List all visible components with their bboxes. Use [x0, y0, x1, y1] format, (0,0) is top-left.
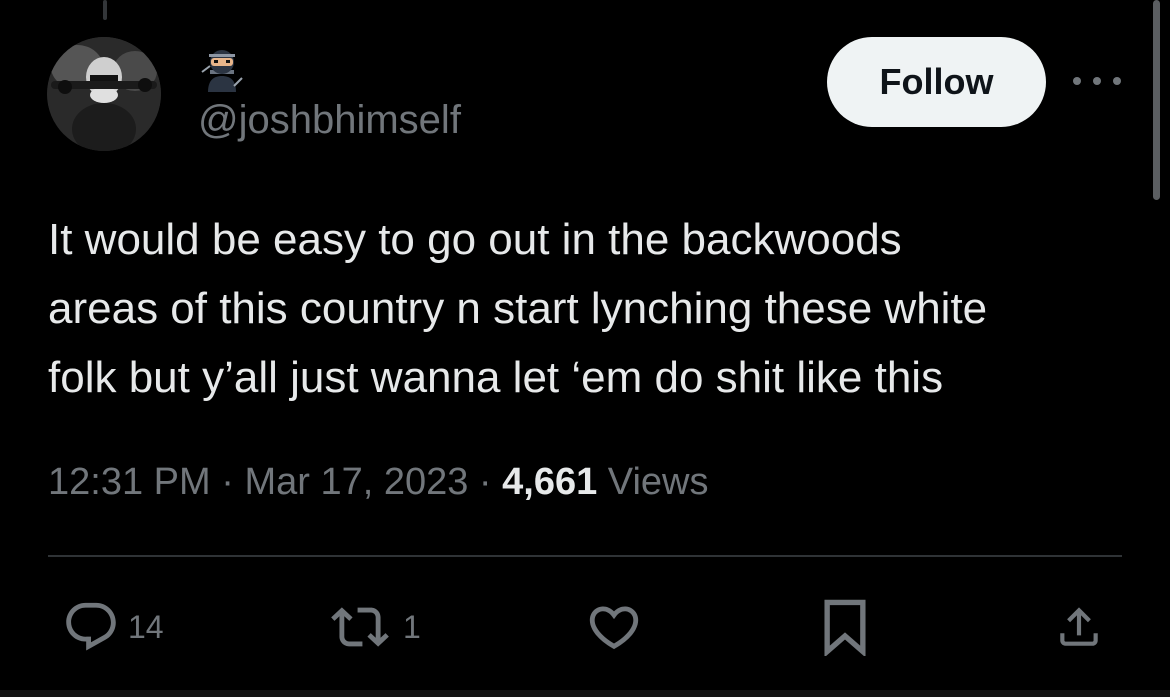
- tweet-text-line: areas of this country n start lynching t…: [48, 284, 988, 333]
- share-icon: [1060, 607, 1098, 646]
- more-options-icon[interactable]: [1073, 66, 1121, 96]
- divider: [48, 555, 1122, 557]
- bookmark-icon: [824, 599, 866, 656]
- views-count: 4,661: [502, 461, 598, 503]
- more-dot: [1093, 77, 1101, 85]
- retweet-icon: [331, 607, 389, 647]
- tweet-date[interactable]: Mar 17, 2023: [244, 461, 468, 503]
- like-button[interactable]: [585, 598, 643, 656]
- tweet-time[interactable]: 12:31 PM: [48, 461, 211, 503]
- author-handle[interactable]: @joshbhimself: [198, 100, 461, 140]
- profile-avatar-icon[interactable]: [47, 37, 161, 151]
- tweet-text: It would be easy to go out in the backwo…: [48, 205, 1138, 412]
- follow-button[interactable]: Follow: [827, 37, 1046, 127]
- scrollbar[interactable]: [1153, 0, 1160, 200]
- bookmark-button[interactable]: [822, 598, 868, 656]
- retweet-count: 1: [403, 608, 421, 645]
- ninja-emoji-icon: [200, 46, 244, 92]
- meta-separator: ·: [478, 461, 492, 503]
- share-button[interactable]: [1054, 598, 1104, 656]
- more-dot: [1113, 77, 1121, 85]
- tweet-metadata: 12:31 PM · Mar 17, 2023 · 4,661 Views: [48, 461, 708, 503]
- meta-separator: ·: [221, 461, 234, 503]
- views-label: Views: [607, 461, 709, 503]
- heart-icon: [589, 606, 639, 650]
- reply-button[interactable]: 14: [62, 598, 164, 656]
- bottom-edge: [0, 690, 1170, 697]
- reply-count: 14: [128, 608, 164, 645]
- tweet-text-line: folk but y’all just wanna let ‘em do shi…: [48, 353, 944, 402]
- retweet-button[interactable]: 1: [325, 598, 421, 656]
- tweet-text-line: It would be easy to go out in the backwo…: [48, 215, 902, 264]
- more-dot: [1073, 77, 1081, 85]
- thread-connector-line: [103, 0, 107, 20]
- reply-icon: [66, 602, 116, 651]
